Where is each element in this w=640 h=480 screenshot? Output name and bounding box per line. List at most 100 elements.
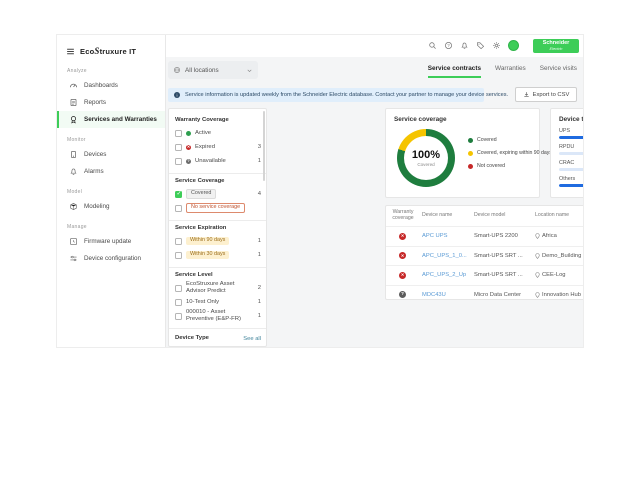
card-title: Device type service coverage (559, 116, 583, 123)
coverage-bar-others: Others100% (559, 176, 583, 187)
sliders-icon (69, 254, 78, 263)
tab-warranties[interactable]: Warranties (495, 65, 526, 78)
checkbox[interactable] (175, 158, 182, 165)
device-name-link[interactable]: APC UPS (422, 233, 474, 239)
notifications-bell-icon[interactable] (460, 41, 469, 50)
svg-text:?: ? (447, 43, 450, 48)
checkbox[interactable] (175, 238, 182, 245)
status-dot-expired: ✕ (186, 145, 191, 150)
see-all-link[interactable]: See all (243, 336, 261, 342)
donut-center-label: Covered (417, 162, 434, 167)
checkbox[interactable] (175, 205, 182, 212)
table-header-row: Warranty coverage Device name Device mod… (386, 206, 583, 226)
settings-gear-icon[interactable] (492, 41, 501, 50)
tab-service-visits[interactable]: Service visits (540, 65, 577, 78)
checkbox[interactable] (175, 130, 182, 137)
status-dot-active (186, 131, 191, 136)
legend-dot-not-covered (468, 164, 473, 169)
filter-option-asset-advisor[interactable]: EcoStruxure Asset Advisor Predict 2 (175, 281, 261, 295)
globe-icon (173, 66, 181, 74)
filter-section-title: Warranty Coverage (175, 117, 261, 123)
filter-panel: Warranty Coverage Active ✕ Expired 3 ? U… (168, 108, 267, 347)
filter-option-expired[interactable]: ✕ Expired 3 (175, 140, 261, 154)
alarm-bell-icon (69, 167, 78, 176)
sidebar-item-firmware-update[interactable]: Firmware update (57, 233, 165, 250)
device-name-link[interactable]: APC_UPS_1_0... (422, 253, 474, 259)
device-icon (69, 150, 78, 159)
checkbox[interactable] (175, 144, 182, 151)
filter-option-10-test-only[interactable]: 10-Test Only 1 (175, 295, 261, 309)
download-icon (523, 91, 530, 98)
table-row[interactable]: APC_UPS_2_Up Smart-UPS SRT ... CEE-Log E… (386, 265, 583, 285)
schneider-electric-logo: Schneider Electric (533, 39, 579, 53)
nav-section-monitor: Monitor (57, 128, 165, 146)
device-type-coverage-card: Device type service coverage UPS100% RPD… (550, 108, 583, 198)
location-pin-icon (535, 292, 540, 298)
donut-legend: Covered Covered, expiring within 90 days… (468, 137, 552, 169)
sidebar-item-devices[interactable]: Devices (57, 146, 165, 163)
filter-option-asset-preventive[interactable]: 000010 - Asset Preventive (E&P-FR) 1 (175, 309, 261, 323)
table-row[interactable]: APC_UPS_1_0... Smart-UPS SRT ... Demo_Bu… (386, 246, 583, 266)
sidebar-item-device-configuration[interactable]: Device configuration (57, 250, 165, 267)
donut-center-value: 100% (412, 150, 440, 161)
sidebar-item-alarms[interactable]: Alarms (57, 163, 165, 180)
legend-dot-expiring (468, 151, 473, 156)
nav-section-model: Model (57, 180, 165, 198)
sidebar-item-reports[interactable]: Reports (57, 94, 165, 111)
user-avatar[interactable] (508, 40, 519, 51)
location-pin-icon (535, 272, 540, 278)
warranty-expired-icon (399, 233, 406, 240)
sidebar-item-modeling[interactable]: Modeling (57, 198, 165, 215)
table-row[interactable]: APC UPS Smart-UPS 2200 Africa 10-Test On… (386, 226, 583, 246)
filter-option-unavailable[interactable]: ? Unavailable 1 (175, 154, 261, 168)
help-icon[interactable]: ? (444, 41, 453, 50)
sidebar-item-dashboards[interactable]: Dashboards (57, 77, 165, 94)
chevron-down-icon (246, 67, 253, 74)
sidebar-item-label: Reports (84, 99, 106, 106)
filter-option-active[interactable]: Active (175, 126, 261, 140)
checkbox[interactable] (175, 252, 182, 259)
warranty-unavailable-icon (399, 291, 406, 298)
coverage-bar-ups: UPS100% (559, 128, 583, 139)
app-window: EcoStruxure IT Analyze Dashboards Report… (57, 35, 583, 347)
info-icon: i (173, 91, 181, 99)
tab-service-contracts[interactable]: Service contracts (428, 65, 481, 78)
filter-section-title: Service Expiration (175, 225, 261, 231)
checkbox[interactable] (175, 313, 182, 320)
sidebar-item-services-and-warranties[interactable]: Services and Warranties (57, 111, 165, 128)
status-dot-unavailable: ? (186, 159, 191, 164)
card-title: Service coverage (394, 116, 531, 123)
device-name-link[interactable]: MDC43U (422, 292, 474, 298)
filter-scrollbar[interactable] (263, 111, 265, 181)
filter-section-title: Service Level (175, 272, 261, 278)
filter-option-covered[interactable]: Covered 4 (175, 187, 261, 201)
info-banner-text: Service information is updated weekly fr… (185, 92, 508, 98)
filter-option-no-service-coverage[interactable]: No service coverage (175, 201, 261, 215)
search-icon[interactable] (428, 41, 437, 50)
service-coverage-card: Service coverage 100% Covered Covered Co… (385, 108, 540, 198)
sidebar-item-label: Device configuration (84, 255, 141, 262)
tag-icon[interactable] (476, 41, 485, 50)
table-row[interactable]: MDC43U Micro Data Center Innovation Hub … (386, 285, 583, 301)
export-to-csv-button[interactable]: Export to CSV (515, 87, 577, 102)
filter-option-within-30-days[interactable]: Within 30 days 1 (175, 248, 261, 262)
checkbox-checked[interactable] (175, 191, 182, 198)
checkbox[interactable] (175, 299, 182, 306)
report-icon (69, 98, 78, 107)
location-selector[interactable]: All locations (168, 61, 258, 79)
hamburger-menu-icon[interactable] (66, 47, 75, 56)
main-content: All locations Service contracts Warranti… (165, 57, 583, 347)
filter-option-within-90-days[interactable]: Within 90 days 1 (175, 234, 261, 248)
device-name-link[interactable]: APC_UPS_2_Up (422, 272, 474, 278)
location-pin-icon (535, 233, 540, 239)
sidebar-item-label: Devices (84, 151, 106, 158)
sidebar-item-label: Modeling (84, 203, 110, 210)
location-selector-value: All locations (185, 67, 242, 74)
location-pin-icon (535, 253, 540, 259)
gauge-icon (69, 81, 78, 90)
nav-section-analyze: Analyze (57, 59, 165, 77)
top-bar: ? Schneider Electric (165, 35, 583, 57)
checkbox[interactable] (175, 285, 182, 292)
filter-section-title: Service Coverage (175, 178, 261, 184)
filter-section-title: Device Type (175, 335, 209, 341)
